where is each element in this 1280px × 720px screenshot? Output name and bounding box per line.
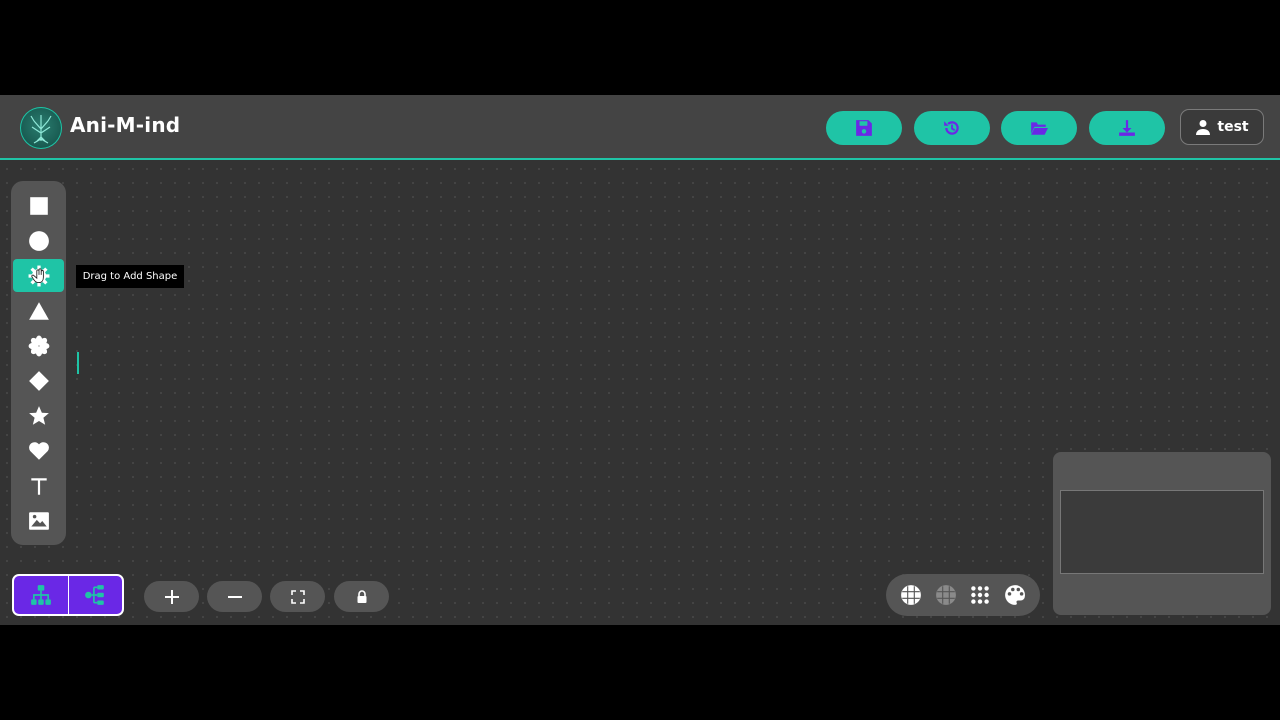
app-title: Ani-M-ind [70,113,181,137]
dots-button[interactable] [967,582,993,608]
grid-faint-button[interactable] [933,582,959,608]
lock-icon [357,589,366,603]
shape-tooltip: Drag to Add Shape [76,265,184,288]
image-icon [28,511,49,530]
grid-faint-icon [935,585,956,605]
user-name: test [1217,119,1249,135]
folder-open-icon [1031,122,1048,135]
star-icon [28,405,49,425]
minus-icon [227,595,242,598]
download-icon [1119,120,1135,136]
save-button[interactable] [826,111,902,145]
history-icon [944,121,959,135]
fit-view-button[interactable] [270,581,325,612]
palette-icon [1004,585,1025,605]
tool-circle[interactable] [13,224,64,257]
user-icon [1196,120,1211,135]
dots-icon [971,586,990,604]
sitemap-icon [30,585,51,605]
app-window: Ani-M-ind test Drag to Add Shape [0,95,1280,625]
expand-icon [290,589,305,604]
tool-burst[interactable] [13,329,64,362]
minimap[interactable] [1053,452,1271,615]
download-button[interactable] [1089,111,1165,145]
tool-star[interactable] [13,399,64,432]
asterisk-icon [28,335,49,356]
floppy-disk-icon [856,120,872,136]
square-icon [29,196,48,215]
horizontal-layout-button[interactable] [67,576,123,614]
tool-gear[interactable] [13,259,64,292]
grid-icon [901,585,922,605]
zoom-out-button[interactable] [207,581,262,612]
tree-layout-button[interactable] [14,576,68,614]
lock-button[interactable] [334,581,389,612]
tool-rectangle[interactable] [13,189,64,222]
tool-image[interactable] [13,504,64,537]
layout-switcher [12,574,124,616]
header-bar: Ani-M-ind test [0,95,1280,160]
history-button[interactable] [914,111,990,145]
gear-icon [28,265,49,286]
tool-diamond[interactable] [13,364,64,397]
text-caret [77,352,79,374]
tool-triangle[interactable] [13,294,64,327]
plus-icon [164,589,179,604]
text-icon [30,477,47,495]
mindmap-icon [85,585,105,605]
zoom-in-button[interactable] [144,581,199,612]
circle-icon [28,230,49,251]
minimap-viewport[interactable] [1060,490,1264,574]
triangle-icon [28,301,49,320]
diamond-icon [28,370,49,391]
open-button[interactable] [1001,111,1077,145]
grid-lines-button[interactable] [898,582,924,608]
shape-toolbar [11,181,66,545]
tool-heart[interactable] [13,434,64,467]
tree-logo-icon [20,107,62,149]
palette-button[interactable] [1002,582,1028,608]
heart-icon [28,441,49,460]
background-panel [886,574,1040,616]
tool-text[interactable] [13,469,64,502]
user-button[interactable]: test [1180,109,1264,145]
